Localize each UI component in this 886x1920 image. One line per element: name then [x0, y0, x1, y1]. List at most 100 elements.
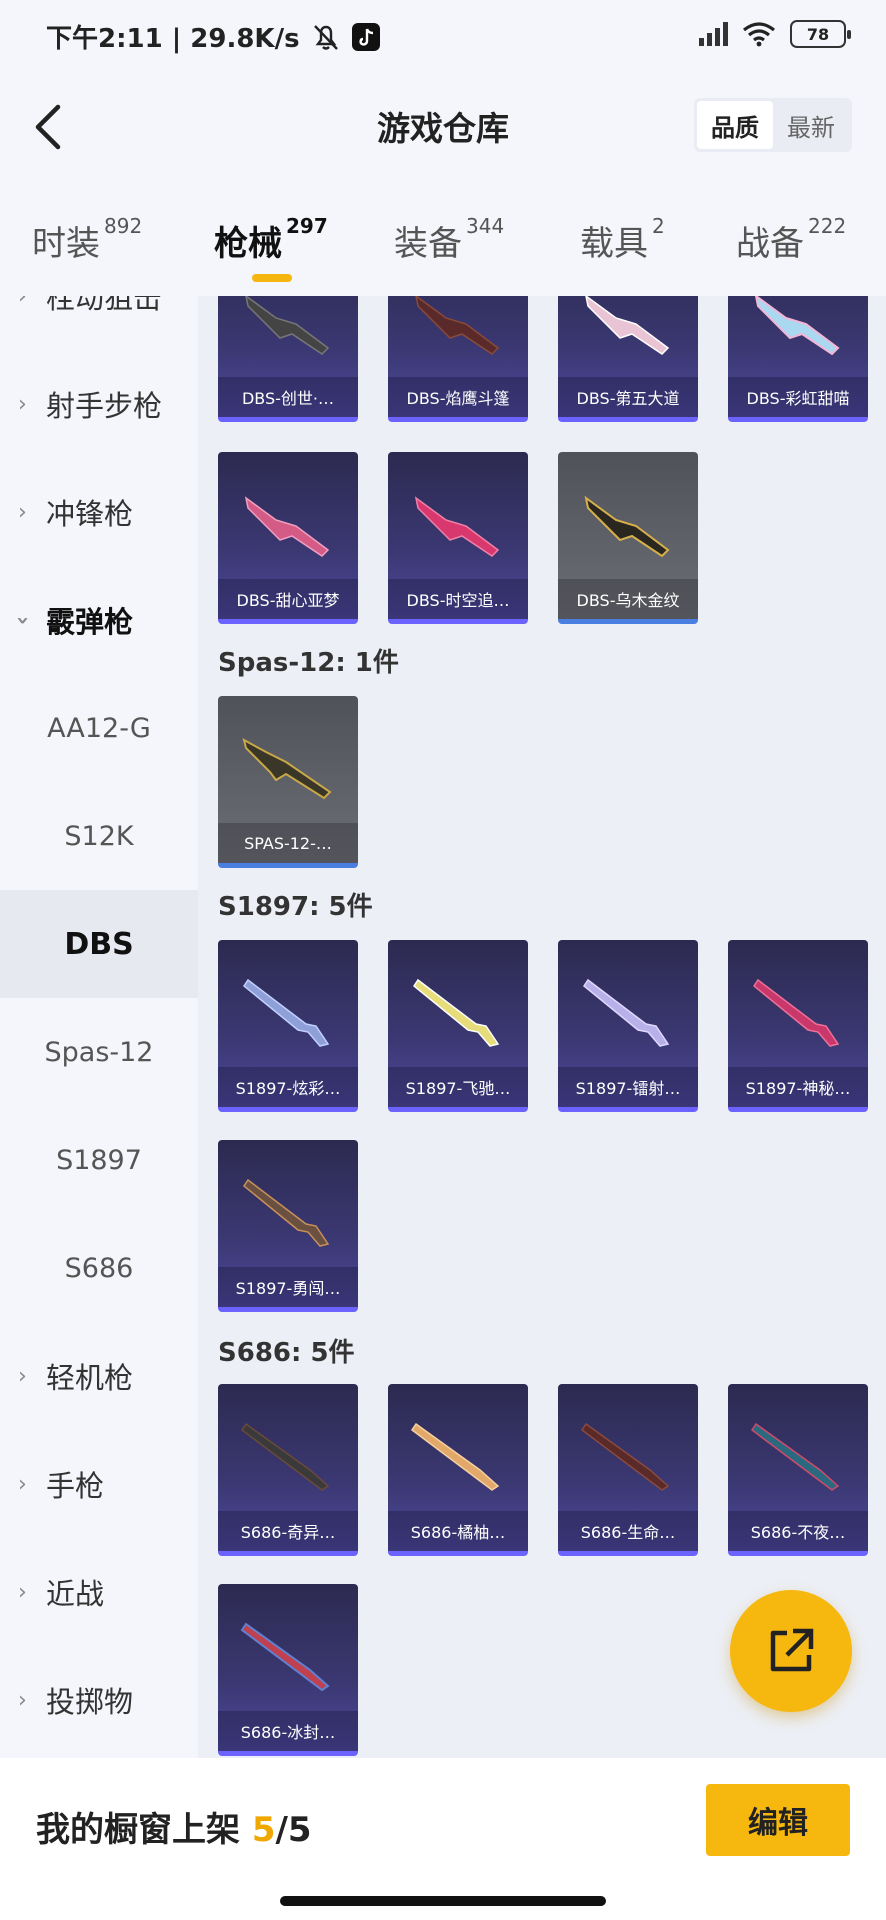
shotgun-icon [410, 1422, 500, 1491]
item-card[interactable]: S1897-飞驰… [388, 940, 528, 1112]
item-name: DBS-乌木金纹 [558, 579, 698, 619]
sidebar-item-aa12g[interactable]: AA12-G [0, 674, 198, 782]
sidebar-item-label: 霰弹枪 [46, 605, 134, 639]
sidebar-item-throwable[interactable]: › 投掷物 [0, 1646, 198, 1754]
item-name: S686-不夜… [728, 1511, 868, 1551]
chevron-right-icon: › [18, 1363, 27, 1389]
sidebar-item-spas12[interactable]: Spas-12 [0, 998, 198, 1106]
item-card[interactable]: DBS-焰鹰斗篷 [388, 296, 528, 422]
chevron-down-icon: › [10, 615, 36, 625]
shotgun-icon [244, 496, 330, 557]
sidebar-item-lmg[interactable]: › 轻机枪 [0, 1322, 198, 1430]
tab-count: 344 [466, 214, 505, 238]
shotgun-icon [754, 296, 840, 356]
section-header-s1897: S1897: 5件 [218, 892, 373, 922]
edit-button[interactable]: 编辑 [706, 1784, 850, 1856]
sidebar-item-melee[interactable]: › 近战 [0, 1538, 198, 1646]
sidebar: › 栓动狙击 › 射手步枪 › 冲锋枪 › 霰弹枪 AA12-G S12K DBS Sp… [0, 296, 198, 1758]
item-name: S1897-飞驰… [388, 1067, 528, 1107]
bell-off-icon [313, 24, 338, 50]
active-tab-indicator [252, 274, 292, 282]
header: 游戏仓库 品质 最新 [0, 72, 886, 182]
tab-vehicles[interactable]: 载具 2 [580, 214, 665, 265]
tab-tactical[interactable]: 战备 222 [736, 214, 846, 265]
sidebar-item-s12k[interactable]: S12K [0, 782, 198, 890]
chevron-right-icon: › [18, 1471, 27, 1497]
item-name: SPAS-12-… [218, 823, 358, 863]
shotgun-icon [415, 296, 500, 355]
tab-fashion[interactable]: 时装 892 [32, 214, 143, 265]
shotgun-icon [242, 1178, 330, 1247]
item-card[interactable]: DBS-乌木金纹 [558, 452, 698, 624]
sort-latest-button[interactable]: 最新 [773, 101, 849, 149]
chevron-right-icon: › [18, 296, 27, 309]
shotgun-icon [245, 296, 330, 355]
tab-count: 892 [104, 214, 143, 238]
sidebar-item-smg[interactable]: › 冲锋枪 [0, 458, 198, 566]
item-card[interactable]: DBS-时空追… [388, 452, 528, 624]
sidebar-item-marksman[interactable]: › 射手步枪 [0, 350, 198, 458]
sidebar-item-label: 冲锋枪 [46, 497, 134, 531]
signal-icon [699, 22, 728, 46]
tab-label: 枪械 [214, 224, 282, 264]
shotgun-icon [584, 495, 670, 558]
showcase-count-current: 5 [251, 1810, 276, 1850]
wifi-icon [743, 22, 775, 47]
tab-label: 战备 [736, 224, 804, 264]
item-card[interactable]: S1897-勇闯… [218, 1140, 358, 1312]
item-name: S1897-镭射… [558, 1067, 698, 1107]
sidebar-item-s686[interactable]: S686 [0, 1214, 198, 1322]
share-button[interactable] [730, 1590, 852, 1712]
sidebar-item-bolt-sniper[interactable]: › 栓动狙击 [0, 296, 198, 350]
chevron-right-icon: › [18, 1687, 27, 1713]
sidebar-item-label: 轻机枪 [46, 1361, 134, 1395]
status-bar: 下午2:11 | 29.8K/s 78 [0, 0, 886, 72]
tab-equipment[interactable]: 装备 344 [394, 214, 505, 265]
item-name: S686-冰封… [218, 1711, 358, 1751]
tab-label: 时装 [32, 224, 100, 264]
item-card[interactable]: SPAS-12-… [218, 696, 358, 868]
item-card[interactable]: S686-不夜… [728, 1384, 868, 1556]
sidebar-item-s1897[interactable]: S1897 [0, 1106, 198, 1214]
item-card[interactable]: DBS-创世·… [218, 296, 358, 422]
item-name: S1897-勇闯… [218, 1267, 358, 1307]
shotgun-icon [242, 738, 332, 800]
tab-guns[interactable]: 枪械 297 [214, 214, 328, 265]
chevron-right-icon: › [18, 1579, 27, 1605]
sort-quality-button[interactable]: 品质 [697, 101, 773, 149]
shotgun-icon [582, 978, 670, 1047]
sort-toggle: 品质 最新 [694, 98, 852, 152]
item-card[interactable]: S1897-神秘… [728, 940, 868, 1112]
item-name: DBS-焰鹰斗篷 [388, 377, 528, 417]
item-name: DBS-彩虹甜喵 [728, 377, 868, 417]
item-name: S686-橘柚… [388, 1511, 528, 1551]
sidebar-item-pistol[interactable]: › 手枪 [0, 1430, 198, 1538]
tab-label: 装备 [394, 224, 462, 264]
status-left: 下午2:11 | 29.8K/s [46, 18, 380, 55]
external-link-icon [770, 1628, 814, 1672]
item-name: S1897-神秘… [728, 1067, 868, 1107]
section-header-s686: S686: 5件 [218, 1338, 355, 1368]
shotgun-icon [585, 296, 670, 355]
sidebar-item-shotgun[interactable]: › 霰弹枪 [0, 566, 198, 674]
item-name: S686-生命… [558, 1511, 698, 1551]
tab-count: 297 [286, 214, 328, 238]
item-grid: DBS-创世·… DBS-焰鹰斗篷 DBS-第五大道 DBS-彩虹甜喵 DBS-… [198, 296, 886, 1758]
home-indicator[interactable] [280, 1896, 606, 1906]
chevron-right-icon: › [18, 391, 27, 417]
item-card[interactable]: S686-橘柚… [388, 1384, 528, 1556]
tab-count: 2 [652, 214, 665, 238]
item-card[interactable]: S1897-炫彩… [218, 940, 358, 1112]
category-tabs: 时装 892 枪械 297 装备 344 载具 2 战备 222 [0, 182, 886, 296]
item-card[interactable]: S686-冰封… [218, 1584, 358, 1756]
status-time: 下午2:11 | 29.8K/s [46, 24, 300, 54]
item-card[interactable]: S1897-镭射… [558, 940, 698, 1112]
item-name: DBS-时空追… [388, 579, 528, 619]
item-card[interactable]: S686-奇异… [218, 1384, 358, 1556]
sidebar-item-label: 手枪 [46, 1469, 105, 1503]
item-card[interactable]: DBS-甜心亚梦 [218, 452, 358, 624]
item-card[interactable]: S686-生命… [558, 1384, 698, 1556]
item-card[interactable]: DBS-彩虹甜喵 [728, 296, 868, 422]
item-card[interactable]: DBS-第五大道 [558, 296, 698, 422]
sidebar-item-dbs[interactable]: DBS [0, 890, 198, 998]
